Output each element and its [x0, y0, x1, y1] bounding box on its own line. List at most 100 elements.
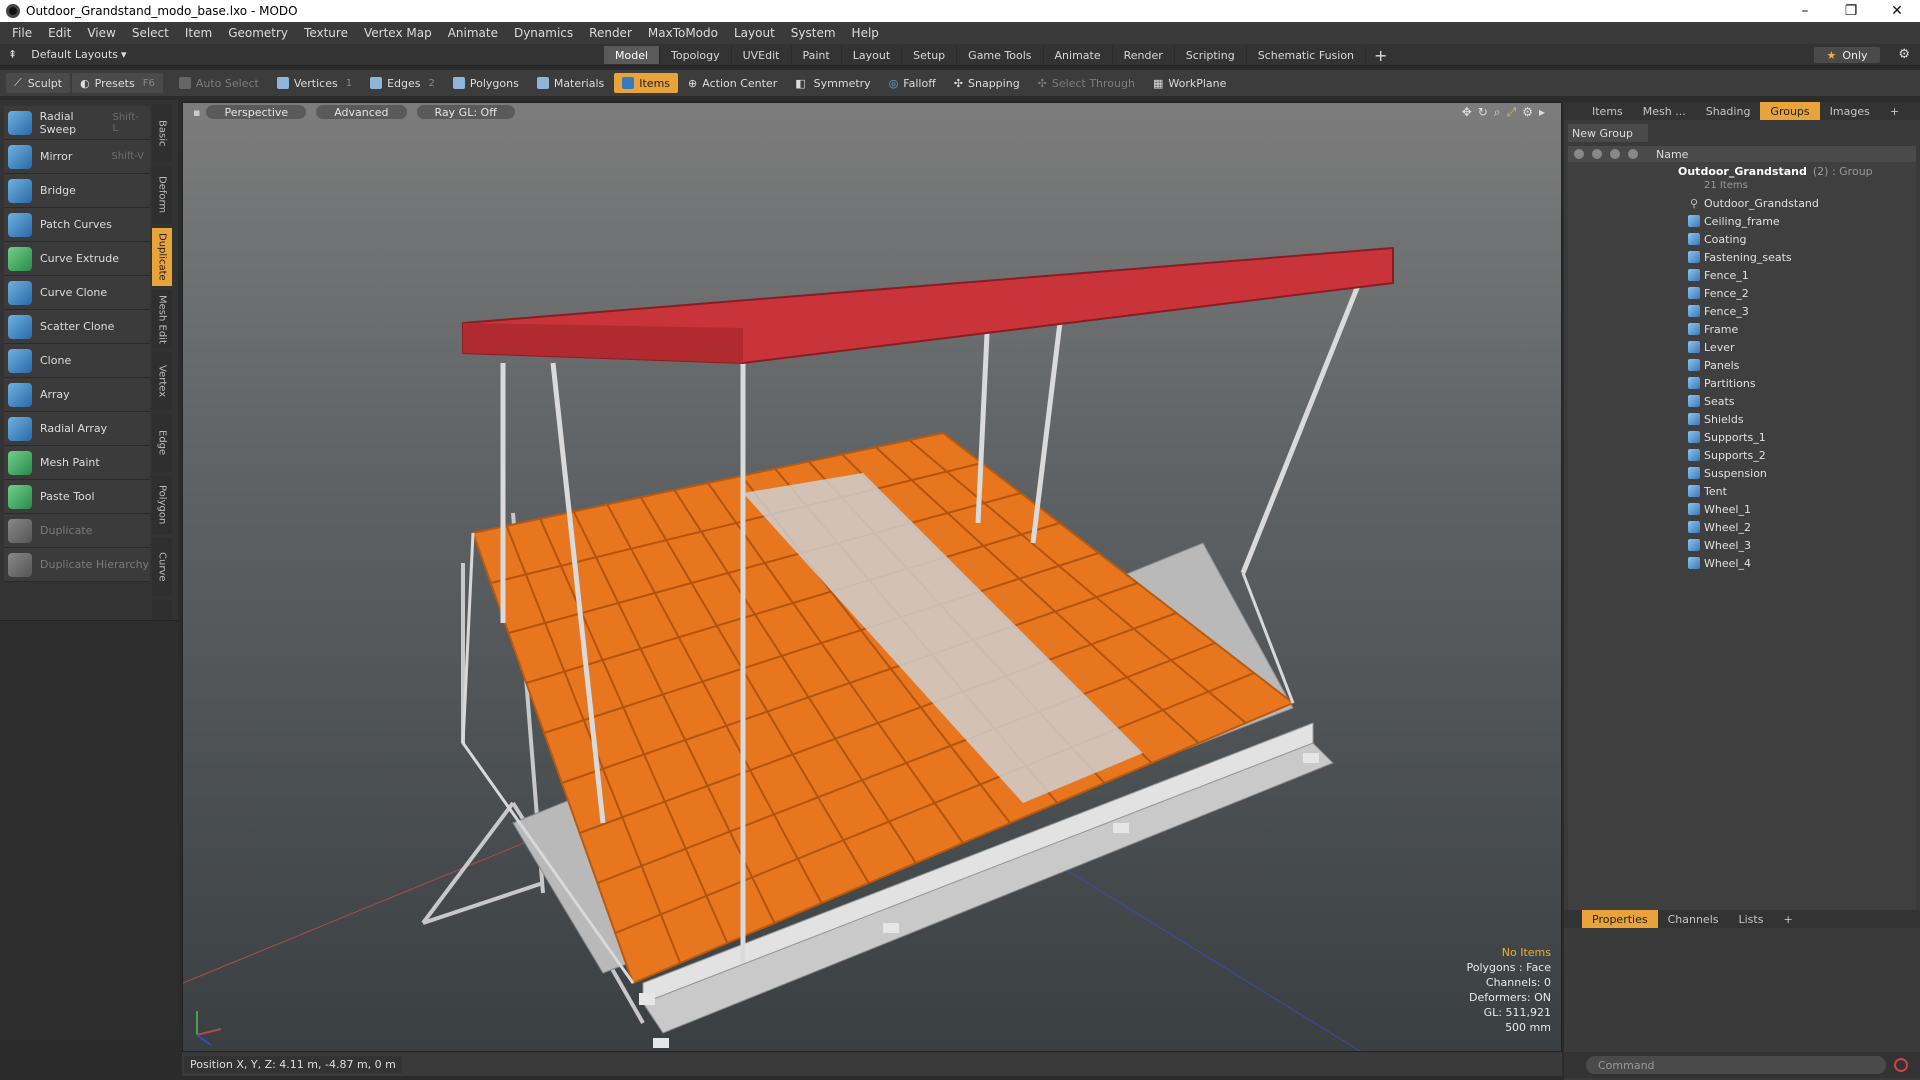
- tab-setup[interactable]: Setup: [902, 46, 958, 64]
- tool-mesh-paint[interactable]: Mesh Paint: [4, 446, 150, 480]
- tool-radial-array[interactable]: Radial Array: [4, 412, 150, 446]
- close-button[interactable]: ✕: [1874, 0, 1920, 22]
- menu-layout[interactable]: Layout: [726, 26, 783, 40]
- group-child-row[interactable]: Seats: [1568, 392, 1916, 410]
- menu-render[interactable]: Render: [581, 26, 640, 40]
- tab-game-tools[interactable]: Game Tools: [957, 46, 1044, 64]
- vtab-basic[interactable]: Basic: [152, 104, 172, 162]
- items-button[interactable]: Items: [614, 73, 679, 93]
- select-icon[interactable]: [1628, 149, 1638, 159]
- menu-help[interactable]: Help: [844, 26, 887, 40]
- vtab-vertex[interactable]: Vertex: [152, 352, 172, 410]
- tab-render[interactable]: Render: [1113, 46, 1175, 64]
- tool-patch-curves[interactable]: Patch Curves: [4, 208, 150, 242]
- menu-dynamics[interactable]: Dynamics: [506, 26, 581, 40]
- tool-radial-sweep[interactable]: Radial Sweep Shift-L: [4, 106, 150, 140]
- tab-model[interactable]: Model: [604, 46, 661, 64]
- lock-icon[interactable]: [1592, 149, 1602, 159]
- group-child-row[interactable]: Fastening_seats: [1568, 248, 1916, 266]
- tab-shading[interactable]: Shading: [1696, 102, 1761, 120]
- vtab-duplicate[interactable]: Duplicate: [152, 228, 172, 286]
- tool-curve-extrude[interactable]: Curve Extrude: [4, 242, 150, 276]
- group-child-row[interactable]: Fence_1: [1568, 266, 1916, 284]
- tab-properties[interactable]: Properties: [1582, 910, 1658, 928]
- pan-icon[interactable]: ✥: [1462, 105, 1472, 120]
- name-column-header[interactable]: Name: [1656, 148, 1688, 161]
- tab-layout[interactable]: Layout: [842, 46, 903, 64]
- group-child-row[interactable]: Fence_3: [1568, 302, 1916, 320]
- vtab-polygon[interactable]: Polygon: [152, 476, 172, 534]
- group-child-row[interactable]: ⚲ Outdoor_Grandstand: [1568, 194, 1916, 212]
- menu-view[interactable]: View: [79, 26, 123, 40]
- vertices-button[interactable]: Vertices 1: [269, 73, 360, 93]
- menu-vertex-map[interactable]: Vertex Map: [356, 26, 440, 40]
- menu-edit[interactable]: Edit: [40, 26, 79, 40]
- group-child-row[interactable]: Supports_1: [1568, 428, 1916, 446]
- menu-item[interactable]: Item: [177, 26, 220, 40]
- group-child-row[interactable]: Tent: [1568, 482, 1916, 500]
- group-child-row[interactable]: Supports_2: [1568, 446, 1916, 464]
- add-properties-tab-button[interactable]: +: [1773, 910, 1802, 928]
- new-group-button[interactable]: New Group: [1568, 124, 1648, 142]
- fit-icon[interactable]: ⤢: [1507, 105, 1517, 120]
- group-child-row[interactable]: Wheel_2: [1568, 518, 1916, 536]
- rotate-icon[interactable]: ↻: [1478, 105, 1488, 120]
- auto-select-button[interactable]: Auto Select: [171, 73, 267, 93]
- tab-scripting[interactable]: Scripting: [1175, 46, 1247, 64]
- sculpt-button[interactable]: ⟋ Sculpt: [6, 73, 71, 93]
- add-tab-button[interactable]: +: [1366, 46, 1395, 65]
- tool-clone[interactable]: Clone: [4, 344, 150, 378]
- polygons-button[interactable]: Polygons: [445, 73, 527, 93]
- tab-channels[interactable]: Channels: [1658, 910, 1729, 928]
- tab-animate[interactable]: Animate: [1044, 46, 1113, 64]
- gear-icon[interactable]: ⚙: [1898, 47, 1910, 62]
- menu-geometry[interactable]: Geometry: [220, 26, 296, 40]
- record-icon[interactable]: [1894, 1058, 1908, 1072]
- tab-groups[interactable]: Groups: [1760, 102, 1820, 120]
- group-child-row[interactable]: Fence_2: [1568, 284, 1916, 302]
- presets-button[interactable]: ◐ Presets F6: [72, 73, 163, 93]
- snapping-button[interactable]: ✣ Snapping: [946, 73, 1028, 93]
- tab-uvedit[interactable]: UVEdit: [732, 46, 792, 64]
- menu-file[interactable]: File: [4, 26, 40, 40]
- group-child-row[interactable]: Partitions: [1568, 374, 1916, 392]
- menu-texture[interactable]: Texture: [296, 26, 356, 40]
- tool-array[interactable]: Array: [4, 378, 150, 412]
- eye-icon[interactable]: [1574, 149, 1584, 159]
- tool-paste-tool[interactable]: Paste Tool: [4, 480, 150, 514]
- zoom-icon[interactable]: ⌕: [1494, 105, 1501, 120]
- materials-button[interactable]: Materials: [529, 73, 612, 93]
- vtab-mesh-edit[interactable]: Mesh Edit: [152, 290, 172, 348]
- workplane-button[interactable]: ▦ WorkPlane: [1145, 73, 1234, 93]
- group-child-row[interactable]: Lever: [1568, 338, 1916, 356]
- tab-paint[interactable]: Paint: [792, 46, 842, 64]
- command-input[interactable]: Command: [1586, 1056, 1886, 1074]
- minimize-button[interactable]: –: [1782, 0, 1828, 22]
- advanced-button[interactable]: Advanced: [316, 105, 407, 119]
- vtab-curve[interactable]: Curve: [152, 538, 172, 596]
- add-panel-tab-button[interactable]: +: [1880, 102, 1909, 120]
- tab-mesh[interactable]: Mesh ...: [1633, 102, 1696, 120]
- group-child-row[interactable]: Shields: [1568, 410, 1916, 428]
- menu-animate[interactable]: Animate: [440, 26, 506, 40]
- group-child-row[interactable]: Coating: [1568, 230, 1916, 248]
- select-through-button[interactable]: ✣ Select Through: [1030, 73, 1143, 93]
- play-arrow-icon[interactable]: ▸: [1539, 105, 1545, 120]
- menu-select[interactable]: Select: [124, 26, 177, 40]
- group-child-row[interactable]: Suspension: [1568, 464, 1916, 482]
- menu-system[interactable]: System: [783, 26, 844, 40]
- group-child-row[interactable]: Frame: [1568, 320, 1916, 338]
- tool-duplicate-hierarchy[interactable]: Duplicate Hierarchy: [4, 548, 150, 582]
- maximize-button[interactable]: ❐: [1828, 0, 1874, 22]
- tab-images[interactable]: Images: [1820, 102, 1880, 120]
- default-layouts-dropdown[interactable]: ⇞ Default Layouts ▾: [0, 48, 150, 61]
- tab-schematic-fusion[interactable]: Schematic Fusion: [1247, 46, 1367, 64]
- tool-duplicate[interactable]: Duplicate: [4, 514, 150, 548]
- tool-bridge[interactable]: Bridge: [4, 174, 150, 208]
- only-toggle[interactable]: ★ Only: [1814, 47, 1880, 63]
- group-child-row[interactable]: Wheel_4: [1568, 554, 1916, 572]
- tab-topology[interactable]: Topology: [660, 46, 732, 64]
- group-child-row[interactable]: Wheel_1: [1568, 500, 1916, 518]
- symmetry-button[interactable]: ◧ Symmetry: [787, 73, 878, 93]
- perspective-button[interactable]: Perspective: [206, 105, 307, 119]
